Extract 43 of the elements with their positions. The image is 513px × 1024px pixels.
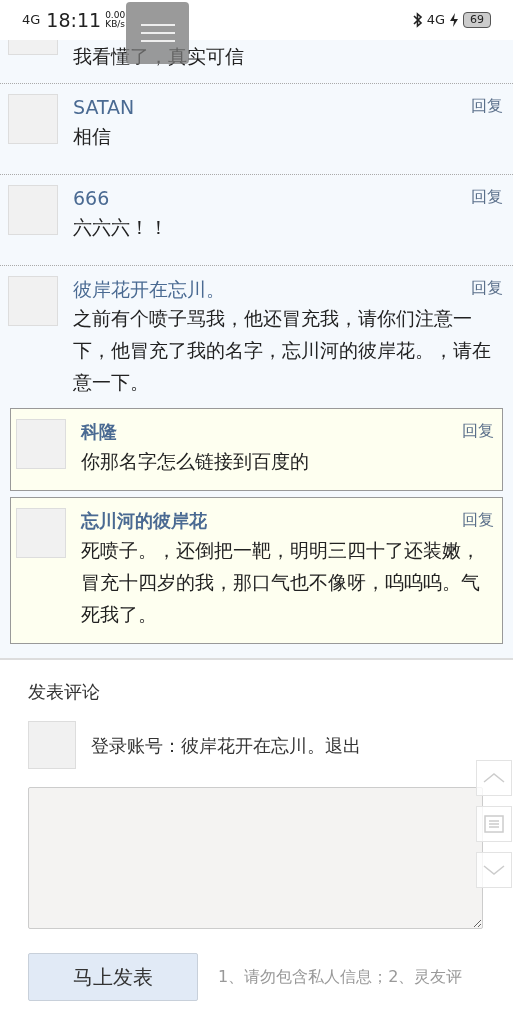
reply-link[interactable]: 回复 (471, 94, 503, 118)
avatar (16, 419, 66, 469)
comment-text: 之前有个喷子骂我，他还冒充我，请你们注意一下，他冒充了我的名字，忘川河的彼岸花。，请在意一下。 (73, 306, 492, 395)
network-indicator: 4G (22, 11, 41, 30)
comment-input[interactable] (28, 787, 483, 929)
chevron-down-icon (483, 865, 505, 875)
user-name[interactable]: 科隆 (81, 419, 117, 445)
scroll-button[interactable] (476, 852, 512, 888)
user-name[interactable]: 彼岸花开在忘川。 (73, 276, 225, 302)
list-icon (484, 815, 504, 833)
avatar (28, 721, 76, 769)
scroll-button[interactable] (476, 806, 512, 842)
charging-icon (449, 13, 459, 27)
comment-text: 六六六！！ (73, 215, 169, 240)
submit-button[interactable]: 马上发表 (28, 953, 198, 1001)
chevron-up-icon (483, 773, 505, 783)
avatar (8, 185, 58, 235)
comment-text: 我看懂了，真实可信 (73, 44, 244, 69)
user-name[interactable]: 忘川河的彼岸花 (81, 508, 207, 534)
battery-indicator: 69 (463, 12, 491, 28)
avatar (8, 276, 58, 326)
reply-link[interactable]: 回复 (462, 419, 494, 443)
speed-value: 0.00 (105, 11, 126, 20)
comment-text: 死喷子。，还倒把一靶，明明三四十了还装嫩，冒充十四岁的我，那口气也不像呀，呜呜呜。气死我了。 (81, 538, 481, 627)
section-title: 发表评论 (28, 680, 101, 704)
speed-unit: KB/s (105, 20, 126, 29)
clock: 18:11 (46, 7, 102, 33)
user-name[interactable]: SATAN (73, 94, 135, 120)
reply-link[interactable]: 回复 (462, 508, 494, 532)
scroll-button[interactable] (476, 760, 512, 796)
comment-text: 相信 (73, 124, 112, 149)
network-indicator: 4G (426, 11, 445, 30)
bluetooth-icon (412, 12, 423, 28)
comment-text: 你那名字怎么链接到百度的 (81, 449, 310, 474)
reply-link[interactable]: 回复 (471, 276, 503, 300)
logout-link[interactable]: 退出 (325, 731, 361, 759)
hint-text: 1、请勿包含私人信息；2、灵友评 (218, 966, 463, 988)
reply-link[interactable]: 回复 (471, 185, 503, 209)
avatar (16, 508, 66, 558)
avatar (8, 94, 58, 144)
login-label: 登录账号： (91, 733, 181, 758)
user-name[interactable]: 666 (73, 185, 110, 211)
account-name: 彼岸花开在忘川。 (181, 733, 325, 758)
